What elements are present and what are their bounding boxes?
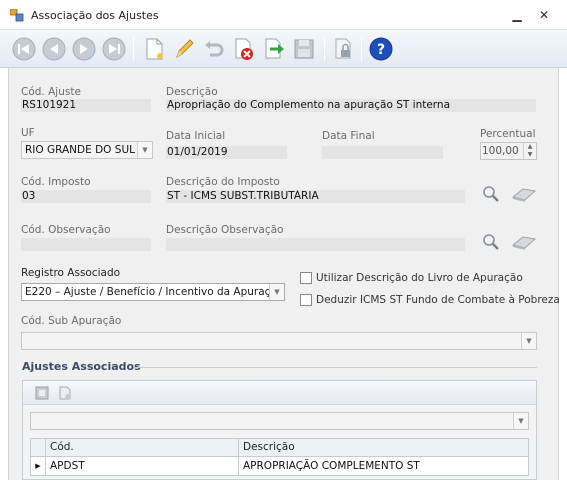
eraser-imposto-icon[interactable] — [511, 185, 537, 203]
toolbar-separator — [324, 37, 325, 61]
title-bar: Associação dos Ajustes ▁ ✕ — [0, 0, 567, 30]
utilizar-descricao-label[interactable]: Utilizar Descrição do Livro de Apuração — [316, 272, 523, 284]
previous-record-icon[interactable] — [41, 36, 67, 62]
deduzir-icms-label[interactable]: Deduzir ICMS ST Fundo de Combate à Pobre… — [316, 294, 560, 306]
deduzir-icms-checkbox[interactable] — [300, 294, 312, 306]
app-icon — [10, 9, 24, 22]
eraser-observacao-icon[interactable] — [511, 233, 537, 251]
ajustes-associados-title: Ajustes Associados — [22, 360, 141, 373]
group-divider — [134, 367, 537, 368]
uf-select[interactable]: RIO GRANDE DO SUL ▼ — [21, 141, 153, 159]
cod-sub-apuracao-label: Cód. Sub Apuração — [21, 315, 122, 327]
percentual-spinner[interactable]: 100,00 ▲ ▼ — [480, 142, 537, 160]
search-observacao-icon[interactable] — [482, 233, 500, 251]
descricao-imposto-label: Descrição do Imposto — [166, 176, 280, 188]
delete-document-icon[interactable] — [231, 36, 257, 62]
descricao-observacao-label: Descrição Observação — [166, 224, 284, 236]
new-document-icon[interactable] — [141, 36, 167, 62]
chevron-down-icon[interactable]: ▼ — [513, 413, 528, 429]
registro-associado-value: E220 – Ajuste / Benefício / Incentivo da… — [25, 286, 285, 298]
next-record-icon[interactable] — [71, 36, 97, 62]
save-and-exit-icon[interactable] — [261, 36, 287, 62]
descricao-field[interactable]: Apropriação do Complemento na apuração S… — [166, 99, 536, 112]
ajustes-filter-select[interactable]: ▼ — [30, 412, 529, 430]
data-inicial-label: Data Inicial — [166, 130, 226, 142]
chevron-down-icon[interactable]: ▼ — [269, 284, 284, 300]
toolbar-separator — [133, 37, 134, 61]
window-title: Associação dos Ajustes — [31, 9, 159, 22]
percentual-label: Percentual — [480, 128, 536, 140]
registro-associado-select[interactable]: E220 – Ajuste / Benefício / Incentivo da… — [21, 283, 285, 301]
data-final-label: Data Final — [322, 130, 375, 142]
grid-add-icon[interactable] — [35, 385, 51, 401]
descricao-label: Descrição — [166, 86, 218, 98]
chevron-down-icon[interactable]: ▼ — [521, 333, 536, 349]
utilizar-descricao-checkbox[interactable] — [300, 272, 312, 284]
grid-row-header-corner — [30, 438, 46, 457]
cod-ajuste-label: Cód. Ajuste — [21, 86, 81, 98]
descricao-imposto-field: ST - ICMS SUBST.TRIBUTÁRIA — [166, 190, 465, 203]
last-record-icon[interactable] — [101, 36, 127, 62]
edit-pencil-icon[interactable] — [171, 36, 197, 62]
percentual-value: 100,00 — [482, 145, 519, 157]
search-imposto-icon[interactable] — [482, 185, 500, 203]
save-disk-icon[interactable] — [291, 36, 317, 62]
cod-imposto-label: Cód. Imposto — [21, 176, 91, 188]
data-final-field[interactable] — [322, 146, 443, 159]
help-icon[interactable]: ? — [368, 36, 394, 62]
table-row-cod[interactable]: APDST — [45, 457, 239, 476]
cod-observacao-field[interactable] — [21, 238, 151, 251]
lock-document-icon[interactable] — [330, 36, 356, 62]
uf-label: UF — [21, 127, 35, 139]
data-inicial-field[interactable]: 01/01/2019 — [166, 146, 287, 159]
svg-text:?: ? — [377, 42, 385, 58]
cod-sub-apuracao-select[interactable]: ▼ — [21, 332, 537, 350]
cod-imposto-field[interactable]: 03 — [21, 190, 151, 203]
chevron-down-icon[interactable]: ▼ — [137, 142, 152, 158]
cod-observacao-label: Cód. Observação — [21, 224, 111, 236]
minimize-button[interactable]: ▁ — [506, 6, 528, 24]
grid-column-descricao[interactable]: Descrição — [238, 438, 529, 457]
grid-remove-icon[interactable] — [57, 385, 73, 401]
spinner-arrows-icon[interactable]: ▲ ▼ — [523, 143, 536, 159]
registro-associado-label: Registro Associado — [21, 267, 121, 279]
uf-select-value: RIO GRANDE DO SUL — [25, 144, 135, 156]
row-selector-icon[interactable]: ▶ — [30, 457, 46, 476]
toolbar: ? — [0, 30, 567, 68]
toolbar-separator — [361, 37, 362, 61]
cod-ajuste-field[interactable]: RS101921 — [21, 99, 151, 112]
grid-column-cod[interactable]: Cód. — [45, 438, 239, 457]
close-button[interactable]: ✕ — [533, 6, 555, 24]
grid-toolbar — [23, 381, 536, 405]
first-record-icon[interactable] — [11, 36, 37, 62]
undo-icon[interactable] — [201, 36, 227, 62]
table-row-descricao[interactable]: APROPRIAÇÃO COMPLEMENTO ST — [238, 457, 529, 476]
descricao-observacao-field — [166, 238, 465, 251]
